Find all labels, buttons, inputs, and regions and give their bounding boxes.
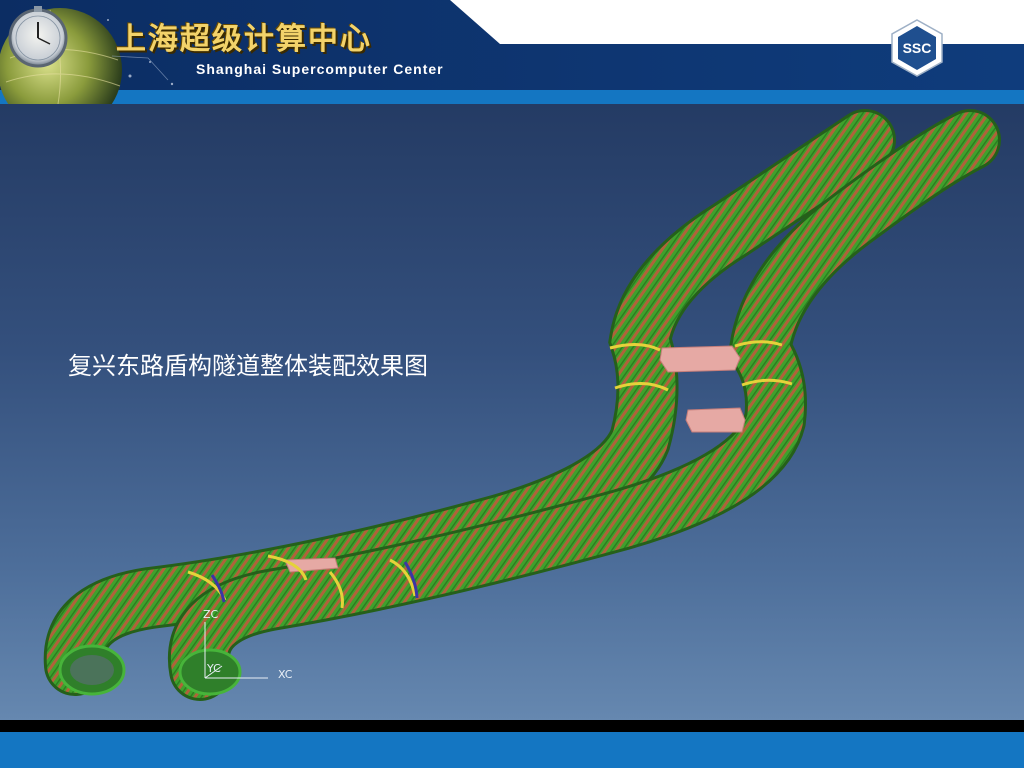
tunnel-right (167, 109, 1001, 701)
cross-passage-lower (685, 407, 746, 433)
footer-divider (0, 720, 1024, 732)
logo-text: SSC (903, 40, 932, 56)
model-viewport: 复兴东路盾构隧道整体装配效果图 ZC YC XC (0, 104, 1024, 722)
axis-label-z: ZC (203, 608, 219, 621)
header-title-chinese: 上海超级计算中心 (116, 22, 372, 57)
cross-passage-upper (659, 345, 741, 373)
footer-bar (0, 732, 1024, 768)
ssc-logo-icon: SSC (891, 19, 943, 77)
tunnel-model (43, 109, 1001, 701)
slide-caption: 复兴东路盾构隧道整体装配效果图 (68, 352, 428, 380)
header-title-english: Shanghai Supercomputer Center (196, 61, 444, 77)
axis-label-x: XC (278, 668, 293, 681)
axis-label-y: YC (207, 662, 221, 675)
slide: 上海超级计算中心 Shanghai Supercomputer Center S… (0, 0, 1024, 768)
header: 上海超级计算中心 Shanghai Supercomputer Center S… (0, 0, 1024, 104)
